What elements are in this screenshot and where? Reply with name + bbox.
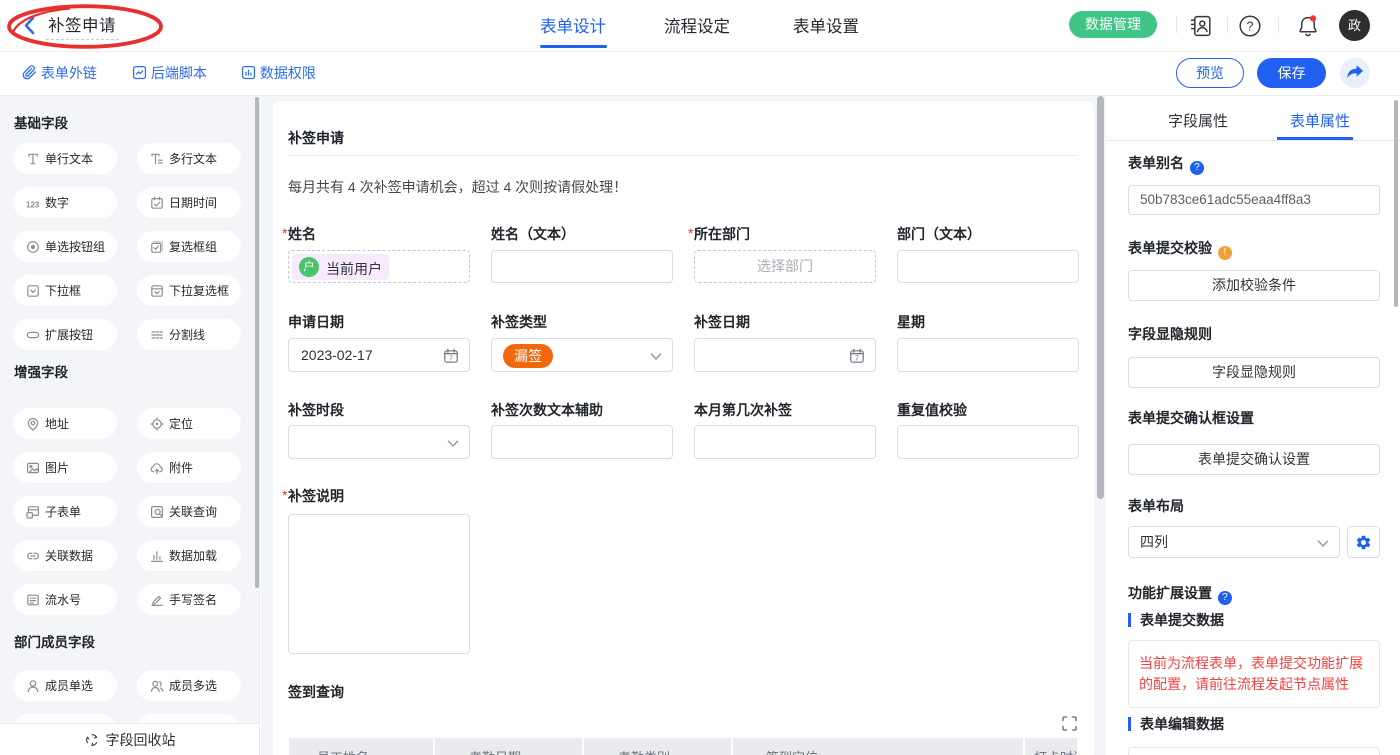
svg-text:?: ?: [1247, 19, 1254, 33]
svg-text:7: 7: [855, 354, 859, 363]
svg-text:7: 7: [449, 354, 453, 363]
svg-text:123: 123: [26, 201, 40, 210]
